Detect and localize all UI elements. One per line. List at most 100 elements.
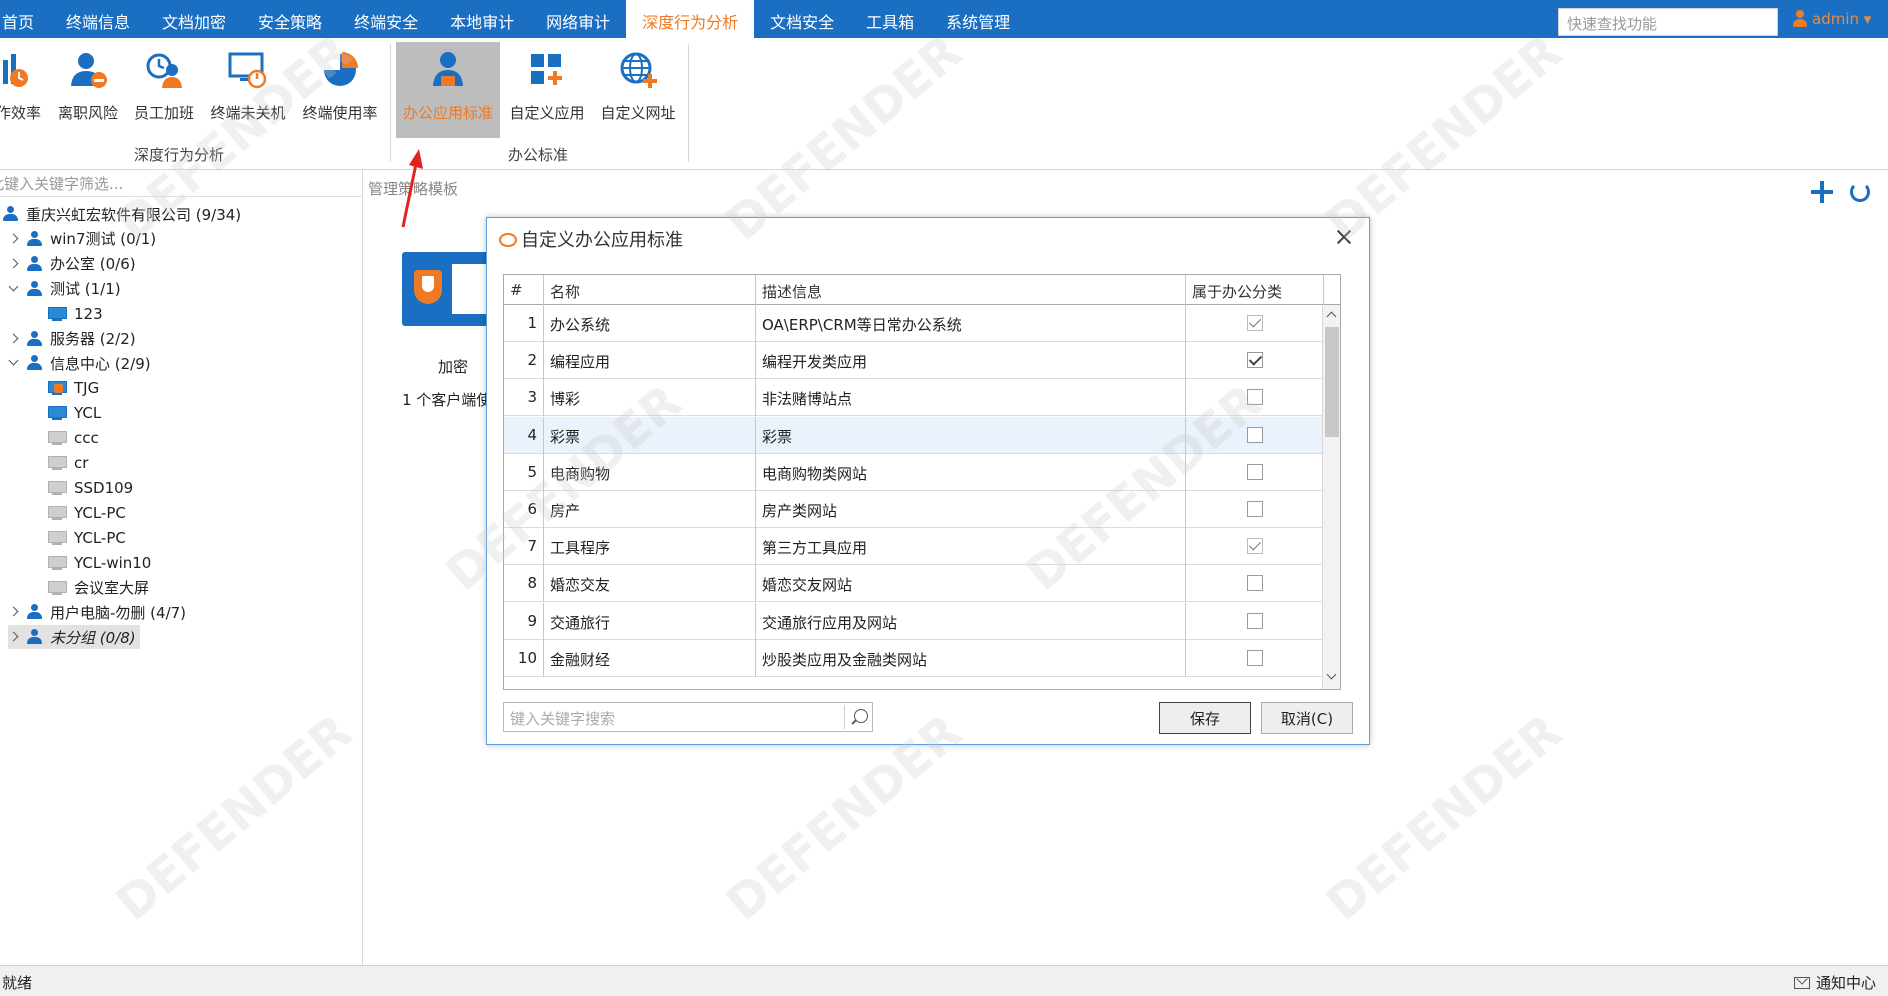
user-menu[interactable]: admin ▾ — [1792, 10, 1871, 28]
tree-node[interactable]: 重庆兴虹宏软件有限公司 (9/34) — [2, 202, 241, 226]
custom-url-button[interactable]: 自定义网址 — [596, 42, 680, 138]
table-row[interactable]: 6 房产 房产类网站 — [504, 491, 1334, 528]
custom-url-label: 自定义网址 — [600, 104, 676, 122]
row-description: 电商购物类网站 — [756, 453, 1186, 491]
tree-node[interactable]: ccc — [48, 426, 99, 450]
tree-node-label: cr — [74, 454, 89, 472]
column-header-description[interactable]: 描述信息 — [756, 275, 1186, 305]
tree-node[interactable]: TJG — [48, 376, 99, 400]
close-icon[interactable] — [1331, 224, 1357, 250]
dialog-search-input[interactable]: 键入关键字搜索 — [503, 702, 873, 732]
grid-scrollbar[interactable] — [1322, 305, 1340, 689]
scroll-thumb[interactable] — [1325, 327, 1339, 437]
encryption-template-card[interactable] — [402, 252, 492, 326]
tree-node[interactable]: 服务器 (2/2) — [8, 327, 136, 351]
computer-offline-icon — [48, 580, 67, 596]
search-icon[interactable] — [854, 709, 868, 723]
table-row[interactable]: 4 彩票 彩票 — [504, 416, 1334, 454]
tree-node[interactable]: win7测试 (0/1) — [8, 227, 156, 251]
tree-node[interactable]: YCL-PC — [48, 501, 126, 525]
tree-node[interactable]: YCL-win10 — [48, 551, 151, 575]
add-icon[interactable] — [1810, 180, 1834, 204]
column-header-index[interactable]: # — [504, 275, 544, 305]
work-efficiency-button[interactable]: 工作效率 — [0, 42, 42, 138]
tree-node[interactable]: 未分组 (0/8) — [8, 625, 140, 650]
chevron-down-icon[interactable] — [8, 357, 20, 369]
not-shutdown-button[interactable]: 终端未关机 — [206, 42, 290, 138]
chevron-down-icon[interactable] — [8, 283, 20, 295]
office-category-checkbox[interactable] — [1246, 649, 1263, 666]
table-row[interactable]: 8 婚恋交友 婚恋交友网站 — [504, 565, 1334, 603]
user-group-icon — [2, 206, 20, 222]
chevron-right-icon[interactable] — [8, 258, 20, 270]
cancel-button[interactable]: 取消(C) — [1261, 702, 1353, 734]
menu-item-9[interactable]: 工具箱 — [850, 0, 930, 38]
office-category-checkbox[interactable] — [1246, 426, 1263, 443]
computer-online-icon — [48, 306, 67, 322]
tree-node[interactable]: YCL — [48, 401, 101, 425]
tree-node-label: 未分组 (0/8) — [50, 628, 136, 647]
scroll-up-icon[interactable] — [1326, 309, 1338, 321]
tree-node[interactable]: 123 — [48, 302, 103, 326]
tree-node[interactable]: 会议室大屏 — [48, 576, 149, 600]
overtime-button[interactable]: 员工加班 — [132, 42, 196, 138]
tree-filter-input[interactable]: 在此键入关键字筛选... — [0, 170, 363, 197]
computer-locked-icon — [48, 380, 67, 396]
chevron-right-icon[interactable] — [8, 631, 20, 643]
table-row[interactable]: 3 博彩 非法赌博站点 — [504, 379, 1334, 417]
quick-search-input[interactable]: 快速查找功能 — [1558, 8, 1778, 36]
office-app-standard-button[interactable]: 办公应用标准 — [396, 42, 500, 138]
row-index: 5 — [504, 453, 544, 491]
table-row[interactable]: 9 交通旅行 交通旅行应用及网站 — [504, 602, 1334, 640]
office-category-checkbox[interactable] — [1246, 463, 1263, 480]
menu-item-2[interactable]: 文档加密 — [146, 0, 242, 38]
save-button[interactable]: 保存 — [1159, 702, 1251, 734]
table-row[interactable]: 7 工具程序 第三方工具应用 — [504, 528, 1334, 566]
office-category-checkbox[interactable] — [1246, 612, 1263, 629]
menu-item-8[interactable]: 文档安全 — [754, 0, 850, 38]
tree-node[interactable]: SSD109 — [48, 476, 133, 500]
office-category-checkbox[interactable] — [1246, 538, 1263, 555]
office-category-checkbox[interactable] — [1246, 575, 1263, 592]
row-name: 电商购物 — [544, 453, 756, 491]
menu-item-6[interactable]: 网络审计 — [530, 0, 626, 38]
table-row[interactable]: 5 电商购物 电商购物类网站 — [504, 453, 1334, 491]
table-row[interactable]: 10 金融财经 炒股类应用及金融类网站 — [504, 639, 1334, 677]
office-category-checkbox[interactable] — [1246, 315, 1263, 331]
menu-item-1[interactable]: 终端信息 — [50, 0, 146, 38]
notification-center[interactable]: 通知中心 — [1794, 972, 1876, 993]
refresh-icon[interactable] — [1850, 182, 1870, 202]
main-menu: 首页 终端信息 文档加密 安全策略 终端安全 本地审计 网络审计 深度行为分析 文档安全 工具箱系… — [0, 0, 1026, 38]
tree-node[interactable]: 信息中心 (2/9) — [8, 351, 151, 375]
office-category-checkbox[interactable] — [1246, 389, 1263, 406]
resign-risk-button[interactable]: 离职风险 — [56, 42, 120, 138]
menu-item-10[interactable]: 系统管理 — [930, 0, 1026, 38]
chevron-right-icon[interactable] — [8, 233, 20, 245]
menu-item-7[interactable]: 深度行为分析 — [626, 0, 755, 38]
office-category-checkbox[interactable] — [1246, 352, 1263, 369]
tree-node[interactable]: 用户电脑-勿删 (4/7) — [8, 600, 186, 624]
table-row[interactable]: 1 办公系统 OA\ERP\CRM等日常办公系统 — [504, 305, 1334, 342]
computer-offline-icon — [48, 505, 67, 521]
column-header-office-category[interactable]: 属于办公分类 — [1186, 275, 1324, 305]
menu-item-5[interactable]: 本地审计 — [434, 0, 530, 38]
usage-rate-button[interactable]: 终端使用率 — [298, 42, 382, 138]
tree-node[interactable]: cr — [48, 451, 88, 475]
tree-node[interactable]: 办公室 (0/6) — [8, 252, 136, 276]
chevron-right-icon[interactable] — [8, 606, 20, 618]
scroll-down-icon[interactable] — [1326, 671, 1338, 683]
office-category-checkbox[interactable] — [1246, 501, 1263, 517]
custom-app-button[interactable]: 自定义应用 — [506, 42, 588, 138]
menu-item-4[interactable]: 终端安全 — [338, 0, 434, 38]
menu-item-3[interactable]: 安全策略 — [242, 0, 338, 38]
tree-node[interactable]: 测试 (1/1) — [8, 277, 121, 301]
tree-node-label: YCL-PC — [74, 528, 126, 547]
card-description: 1 个客户端使用 — [402, 391, 486, 409]
tree-node-label: 信息中心 (2/9) — [50, 354, 151, 373]
custom-app-label: 自定义应用 — [509, 104, 585, 122]
tree-node[interactable]: YCL-PC — [48, 526, 126, 550]
menu-item-0[interactable]: 首页 — [0, 0, 50, 38]
table-row[interactable]: 2 编程应用 编程开发类应用 — [504, 342, 1334, 380]
column-header-name[interactable]: 名称 — [544, 275, 756, 305]
chevron-right-icon[interactable] — [8, 333, 20, 345]
